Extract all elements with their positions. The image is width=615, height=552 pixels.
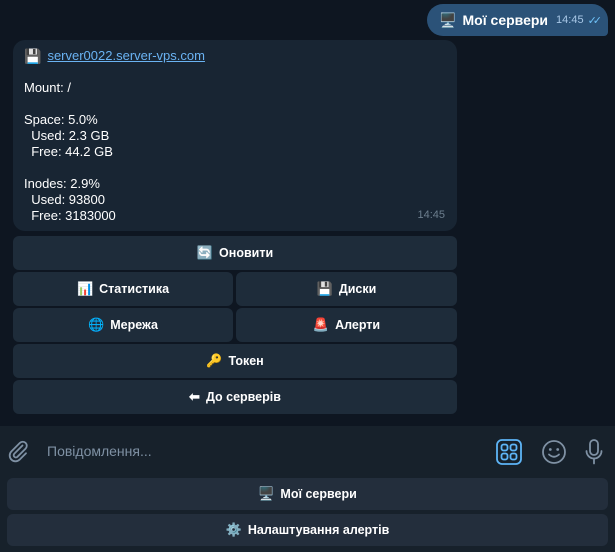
my-servers-label: Мої сервери xyxy=(280,487,357,501)
arrow-left-icon: ⬅ xyxy=(189,389,200,404)
alert-settings-label: Налаштування алертів xyxy=(247,523,390,537)
read-checks-icon: ✓✓ xyxy=(587,14,603,27)
reply-keyboard: 🖥️ Мої сервери ⚙️ Налаштування алертів xyxy=(0,476,615,552)
network-label: Мережа xyxy=(110,318,158,332)
floppy-disk-icon: 💾 xyxy=(316,281,333,296)
disks-button[interactable]: 💾 Диски xyxy=(236,272,457,306)
message-input[interactable]: Повідомлення... xyxy=(47,443,152,459)
message-time: 14:45 xyxy=(417,209,445,221)
incoming-message: 💾 server0022.server-vps.com Mount: / Spa… xyxy=(13,40,457,231)
network-button[interactable]: 🌐 Мережа xyxy=(13,308,233,342)
statistics-label: Статистика xyxy=(99,282,170,296)
siren-icon: 🚨 xyxy=(312,317,330,332)
refresh-icon: 🔄 xyxy=(196,245,214,260)
statistics-button[interactable]: 📊 Статистика xyxy=(13,272,233,306)
space-used-line: Used: 2.3 GB xyxy=(24,128,110,143)
bot-keyboard-icon[interactable] xyxy=(496,439,522,465)
desktop-emoji: 🖥️ xyxy=(439,11,457,28)
server-link-row: 💾 server0022.server-vps.com xyxy=(24,48,446,64)
key-icon: 🔑 xyxy=(206,353,223,368)
space-line: Space: 5.0% xyxy=(24,112,98,127)
chat-area: 🖥️ Мої сервери 14:45 ✓✓ 💾 server0022.ser… xyxy=(0,0,615,426)
message-input-bar: Повідомлення... xyxy=(0,426,615,476)
refresh-label: Оновити xyxy=(219,246,274,260)
inodes-used-line: Used: 93800 xyxy=(24,192,105,207)
gear-icon: ⚙️ xyxy=(225,522,242,537)
inodes-line: Inodes: 2.9% xyxy=(24,176,100,191)
microphone-icon[interactable] xyxy=(584,438,604,466)
token-label: Токен xyxy=(228,354,264,368)
message-meta: 14:45 ✓✓ xyxy=(556,14,603,27)
chart-icon: 📊 xyxy=(76,281,94,296)
my-servers-button[interactable]: 🖥️ Мої сервери xyxy=(7,478,608,510)
space-free-line: Free: 44.2 GB xyxy=(24,144,113,159)
message-time: 14:45 xyxy=(556,14,584,26)
alerts-label: Алерти xyxy=(335,318,381,332)
mount-line: Mount: / xyxy=(24,80,71,95)
token-button[interactable]: 🔑 Токен xyxy=(13,344,457,378)
disks-label: Диски xyxy=(338,282,377,296)
globe-icon: 🌐 xyxy=(88,317,105,332)
inodes-free-line: Free: 3183000 xyxy=(24,208,116,223)
back-to-servers-button[interactable]: ⬅ До серверів xyxy=(13,380,457,414)
paperclip-icon[interactable] xyxy=(6,439,30,463)
alerts-button[interactable]: 🚨 Алерти xyxy=(236,308,457,342)
emoji-icon[interactable] xyxy=(541,439,567,465)
floppy-disk-emoji: 💾 xyxy=(24,48,42,64)
server-link[interactable]: server0022.server-vps.com xyxy=(47,48,205,64)
back-to-servers-label: До серверів xyxy=(205,390,281,404)
alert-settings-button[interactable]: ⚙️ Налаштування алертів xyxy=(7,514,608,546)
outgoing-message[interactable]: 🖥️ Мої сервери 14:45 ✓✓ xyxy=(427,4,608,36)
refresh-button[interactable]: 🔄 Оновити xyxy=(13,236,457,270)
outgoing-message-text: Мої сервери xyxy=(462,12,549,28)
desktop-icon: 🖥️ xyxy=(258,486,275,501)
